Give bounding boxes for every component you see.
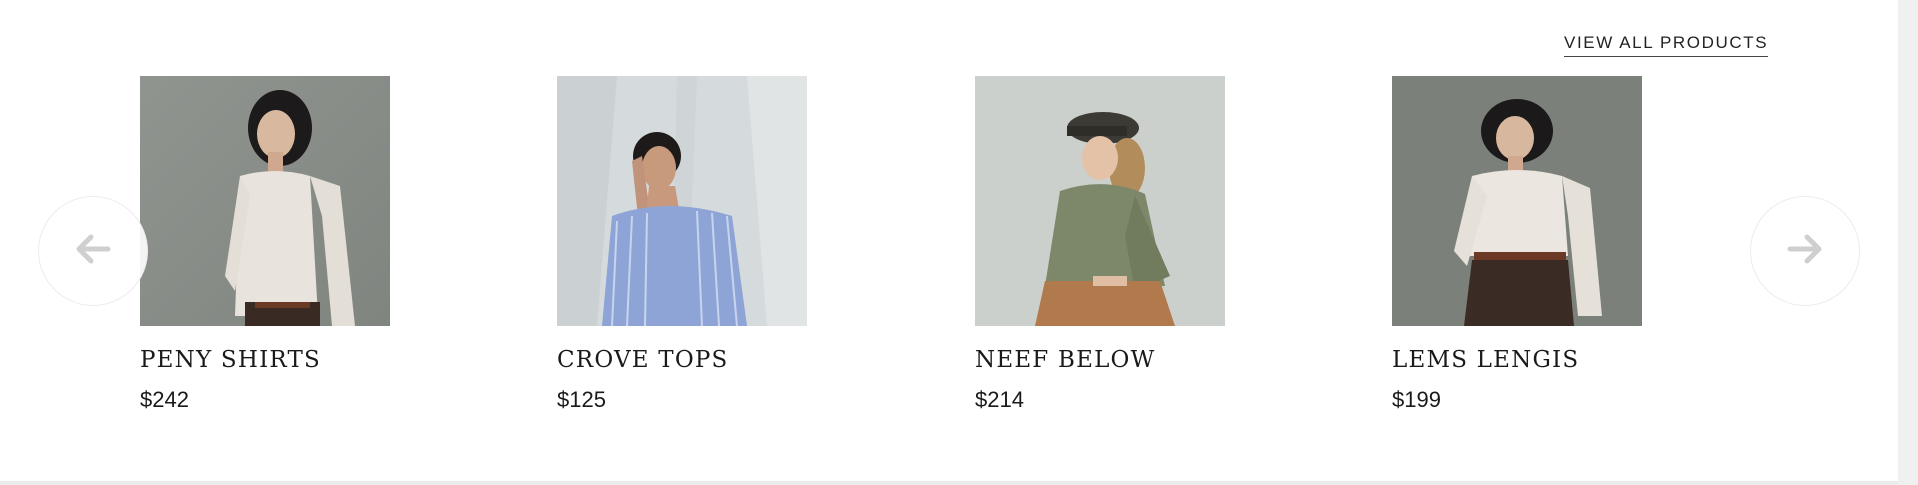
product-name[interactable]: NEEF BELOW — [975, 347, 1225, 373]
product-image[interactable] — [1392, 76, 1642, 326]
product-name[interactable]: LEMS LENGIS — [1392, 347, 1642, 373]
product-card[interactable]: PENY SHIRTS $242 — [140, 76, 390, 413]
carousel-prev-button[interactable] — [38, 196, 148, 306]
scrollbar[interactable] — [1898, 0, 1918, 485]
section-divider — [0, 481, 1898, 485]
product-image[interactable] — [140, 76, 390, 326]
product-carousel-section: VIEW ALL PRODUCTS PENY SHIRTS $242 CROVE… — [0, 0, 1918, 485]
product-image[interactable] — [557, 76, 807, 326]
product-price: $125 — [557, 387, 606, 412]
carousel-next-button[interactable] — [1750, 196, 1860, 306]
product-price: $214 — [975, 387, 1024, 412]
product-card[interactable]: NEEF BELOW $214 — [975, 76, 1225, 413]
view-all-products-link[interactable]: VIEW ALL PRODUCTS — [1564, 33, 1769, 57]
product-image[interactable] — [975, 76, 1225, 326]
product-name[interactable]: CROVE TOPS — [557, 347, 807, 373]
product-card[interactable]: CROVE TOPS $125 — [557, 76, 807, 413]
product-card[interactable]: LEMS LENGIS $199 — [1392, 76, 1642, 413]
arrow-right-icon — [1787, 234, 1823, 269]
product-price: $199 — [1392, 387, 1441, 412]
arrow-left-icon — [75, 234, 111, 269]
product-price: $242 — [140, 387, 189, 412]
product-name[interactable]: PENY SHIRTS — [140, 347, 390, 373]
